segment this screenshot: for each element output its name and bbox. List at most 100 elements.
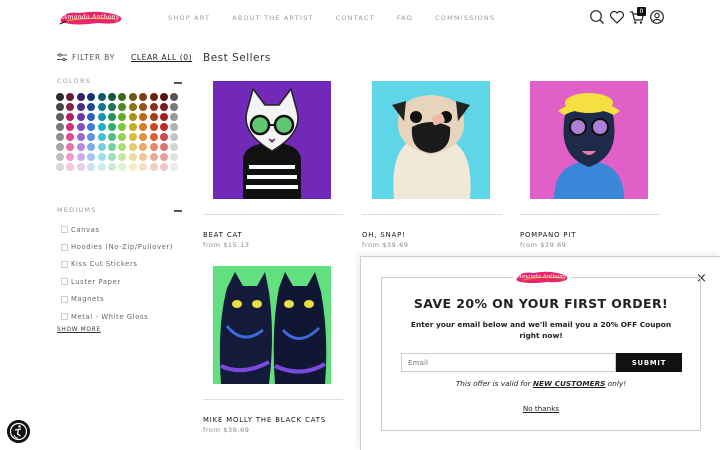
- color-swatch[interactable]: [149, 143, 158, 151]
- product-card[interactable]: MIKE MOLLY THE BLACK CATS from $39.69: [203, 266, 343, 446]
- color-swatch[interactable]: [170, 103, 179, 111]
- color-swatch[interactable]: [139, 163, 148, 171]
- color-swatch[interactable]: [118, 113, 127, 121]
- color-swatch[interactable]: [56, 123, 64, 131]
- color-swatch[interactable]: [97, 133, 106, 141]
- color-swatch[interactable]: [76, 113, 85, 121]
- medium-option[interactable]: Kiss Cut Stickers: [61, 256, 173, 273]
- color-swatch[interactable]: [170, 123, 179, 131]
- color-swatch[interactable]: [159, 133, 168, 141]
- color-swatch[interactable]: [66, 93, 75, 101]
- color-swatch[interactable]: [139, 143, 148, 151]
- color-swatch[interactable]: [66, 123, 75, 131]
- no-thanks-link[interactable]: No thanks: [382, 404, 700, 413]
- color-swatch[interactable]: [56, 113, 64, 121]
- color-swatch[interactable]: [76, 143, 85, 151]
- color-swatch[interactable]: [76, 93, 85, 101]
- color-swatch[interactable]: [149, 153, 158, 161]
- color-swatch[interactable]: [97, 113, 106, 121]
- product-image[interactable]: [530, 81, 648, 199]
- color-swatch[interactable]: [139, 103, 148, 111]
- email-field[interactable]: [401, 353, 616, 372]
- medium-checkbox[interactable]: [61, 313, 68, 321]
- color-swatch[interactable]: [159, 103, 168, 111]
- color-swatch[interactable]: [128, 113, 137, 121]
- color-swatch[interactable]: [56, 103, 64, 111]
- nav-faq[interactable]: FAQ: [397, 14, 413, 22]
- product-title[interactable]: OH, SNAP!: [362, 231, 406, 239]
- color-swatch[interactable]: [66, 113, 75, 121]
- color-swatch[interactable]: [107, 123, 116, 131]
- color-swatch[interactable]: [97, 143, 106, 151]
- color-swatch[interactable]: [149, 133, 158, 141]
- color-swatch[interactable]: [139, 123, 148, 131]
- medium-option[interactable]: Hoodies (No-Zip/Pullover): [61, 238, 173, 255]
- color-swatch[interactable]: [107, 103, 116, 111]
- product-title[interactable]: BEAT CAT: [203, 231, 243, 239]
- product-card[interactable]: OH, SNAP! from $39.69: [362, 81, 502, 261]
- color-swatch[interactable]: [149, 163, 158, 171]
- color-swatch[interactable]: [76, 153, 85, 161]
- color-swatch[interactable]: [118, 93, 127, 101]
- color-swatch[interactable]: [87, 153, 96, 161]
- color-swatch[interactable]: [149, 123, 158, 131]
- color-swatch[interactable]: [76, 163, 85, 171]
- color-swatch[interactable]: [118, 103, 127, 111]
- color-swatch[interactable]: [128, 123, 137, 131]
- show-more-link[interactable]: SHOW MORE: [57, 327, 101, 333]
- color-swatch[interactable]: [139, 153, 148, 161]
- color-swatch[interactable]: [159, 123, 168, 131]
- color-swatch[interactable]: [128, 153, 137, 161]
- color-swatch[interactable]: [139, 133, 148, 141]
- color-swatch[interactable]: [118, 143, 127, 151]
- color-swatch[interactable]: [128, 93, 137, 101]
- color-swatch[interactable]: [76, 123, 85, 131]
- account-icon[interactable]: [649, 9, 665, 25]
- submit-button[interactable]: SUBMIT: [616, 353, 682, 372]
- color-swatch[interactable]: [149, 93, 158, 101]
- color-swatch[interactable]: [118, 163, 127, 171]
- color-swatch[interactable]: [118, 133, 127, 141]
- clear-all-button[interactable]: CLEAR ALL (0): [131, 53, 192, 62]
- product-image[interactable]: [372, 81, 490, 199]
- color-swatch[interactable]: [159, 143, 168, 151]
- color-swatch[interactable]: [118, 123, 127, 131]
- medium-checkbox[interactable]: [61, 295, 68, 303]
- color-swatch[interactable]: [170, 133, 179, 141]
- color-swatch[interactable]: [97, 93, 106, 101]
- color-swatch[interactable]: [139, 93, 148, 101]
- color-swatch[interactable]: [66, 143, 75, 151]
- color-swatch[interactable]: [56, 143, 64, 151]
- medium-checkbox[interactable]: [61, 243, 68, 251]
- color-swatch[interactable]: [97, 163, 106, 171]
- color-swatch[interactable]: [66, 133, 75, 141]
- color-swatch[interactable]: [139, 113, 148, 121]
- color-swatch[interactable]: [170, 163, 179, 171]
- nav-shop-art[interactable]: SHOP ART: [168, 14, 210, 22]
- search-icon[interactable]: [589, 9, 605, 25]
- heart-icon[interactable]: [609, 9, 625, 25]
- color-swatch[interactable]: [107, 113, 116, 121]
- color-swatch[interactable]: [87, 103, 96, 111]
- color-swatch[interactable]: [66, 103, 75, 111]
- color-swatch[interactable]: [87, 123, 96, 131]
- color-swatch[interactable]: [56, 163, 64, 171]
- color-swatch[interactable]: [128, 133, 137, 141]
- color-swatch[interactable]: [128, 163, 137, 171]
- medium-option[interactable]: Luster Paper: [61, 273, 173, 290]
- color-swatch[interactable]: [128, 103, 137, 111]
- color-swatch[interactable]: [159, 113, 168, 121]
- nav-about-the-artist[interactable]: ABOUT THE ARTIST: [232, 14, 313, 22]
- color-swatch[interactable]: [170, 113, 179, 121]
- medium-checkbox[interactable]: [61, 226, 68, 234]
- color-swatch[interactable]: [170, 153, 179, 161]
- color-swatch[interactable]: [170, 143, 179, 151]
- mediums-collapse-button[interactable]: [174, 210, 182, 212]
- color-swatch[interactable]: [159, 153, 168, 161]
- color-swatch[interactable]: [159, 163, 168, 171]
- color-swatch[interactable]: [87, 133, 96, 141]
- color-swatch[interactable]: [66, 153, 75, 161]
- product-title[interactable]: POMPANO PIT: [520, 231, 576, 239]
- color-swatch[interactable]: [107, 153, 116, 161]
- colors-collapse-button[interactable]: [174, 82, 182, 84]
